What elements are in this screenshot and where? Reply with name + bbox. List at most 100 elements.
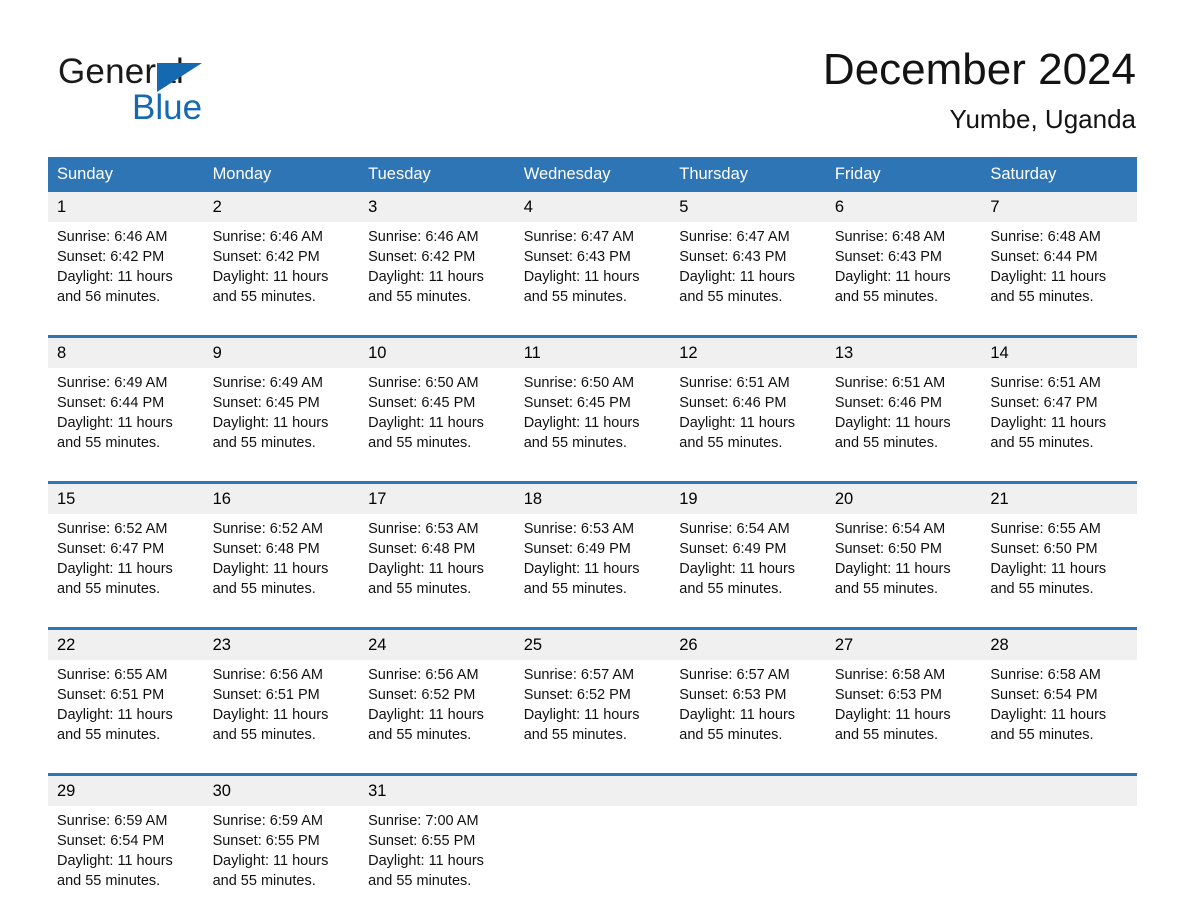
day-number: 4 [514, 192, 671, 222]
week-spacer [48, 761, 1137, 775]
sunset-text: Sunset: 6:42 PM [368, 249, 476, 265]
day-details: Sunrise: 6:56 AM Sunset: 6:51 PM Daylight:… [204, 660, 360, 745]
calendar-table: Sunday Monday Tuesday Wednesday Thursday Frid… [48, 157, 1137, 907]
day-number [670, 776, 826, 806]
day-details: Sunrise: 6:48 AM Sunset: 6:44 PM Daylight:… [981, 222, 1137, 307]
calendar-day-cell[interactable]: 8 Sunrise: 6:49 AM Sunset: 6:44 PM Daylight… [48, 335, 204, 469]
day-cell-inner: 28 Sunrise: 6:58 AM Sunset: 6:54 PM Dayligh… [981, 630, 1137, 761]
sunset-text: Sunset: 6:42 PM [57, 249, 165, 265]
calendar-day-cell[interactable]: 7 Sunrise: 6:48 AM Sunset: 6:44 PM Daylight… [981, 192, 1137, 323]
day-cell-inner: 30 Sunrise: 6:59 AM Sunset: 6:55 PM Dayligh… [203, 776, 360, 907]
day-number: 18 [514, 484, 671, 514]
calendar-day-cell[interactable]: 29 Sunrise: 6:59 AM Sunset: 6:54 PM Dayligh… [48, 773, 204, 907]
sunset-text: Sunset: 6:46 PM [834, 395, 943, 411]
daylight-text-line1: Daylight: 11 hours [523, 707, 640, 723]
day-number: 30 [203, 776, 360, 806]
day-details: Sunrise: 6:47 AM Sunset: 6:43 PM Daylight:… [515, 222, 671, 307]
daylight-text-line1: Daylight: 11 hours [990, 269, 1107, 285]
day-details: Sunrise: 6:57 AM Sunset: 6:52 PM Daylight:… [515, 660, 671, 745]
calendar-day-cell[interactable]: 10 Sunrise: 6:50 AM Sunset: 6:45 PM Dayligh… [359, 335, 515, 469]
calendar-day-cell[interactable]: 24 Sunrise: 6:56 AM Sunset: 6:52 PM Dayligh… [359, 627, 515, 761]
day-number: 1 [48, 192, 204, 222]
daylight-text-line1: Daylight: 11 hours [834, 707, 951, 723]
calendar-day-cell[interactable]: 1 Sunrise: 6:46 AM Sunset: 6:42 PM Daylight… [48, 192, 204, 323]
sunset-text: Sunset: 6:51 PM [57, 687, 165, 703]
sunset-text: Sunset: 6:48 PM [212, 541, 320, 557]
calendar-day-cell[interactable]: 6 Sunrise: 6:48 AM Sunset: 6:43 PM Daylight… [825, 192, 982, 323]
sunset-text: Sunset: 6:45 PM [523, 395, 631, 411]
location-subtitle: Yumbe, Uganda [949, 104, 1136, 134]
calendar-day-cell[interactable]: 13 Sunrise: 6:51 AM Sunset: 6:46 PM Dayligh… [825, 335, 982, 469]
calendar-day-cell[interactable]: 11 Sunrise: 6:50 AM Sunset: 6:45 PM Dayligh… [514, 335, 671, 469]
daylight-text-line1: Daylight: 11 hours [679, 415, 796, 431]
day-cell-inner: 22 Sunrise: 6:55 AM Sunset: 6:51 PM Dayligh… [48, 630, 204, 761]
calendar-day-cell[interactable]: 5 Sunrise: 6:47 AM Sunset: 6:43 PM Daylight… [670, 192, 826, 323]
daylight-text-line1: Daylight: 11 hours [212, 269, 329, 285]
day-cell-inner: 4 Sunrise: 6:47 AM Sunset: 6:43 PM Daylight… [514, 192, 671, 323]
calendar-day-cell[interactable]: 27 Sunrise: 6:58 AM Sunset: 6:53 PM Dayligh… [825, 627, 982, 761]
sunset-text: Sunset: 6:53 PM [679, 687, 787, 703]
calendar-day-cell[interactable]: 31 Sunrise: 7:00 AM Sunset: 6:55 PM Dayligh… [359, 773, 515, 907]
day-details: Sunrise: 6:54 AM Sunset: 6:50 PM Daylight:… [826, 514, 982, 599]
daylight-text-line1: Daylight: 11 hours [523, 415, 640, 431]
calendar-day-cell[interactable]: 16 Sunrise: 6:52 AM Sunset: 6:48 PM Dayligh… [203, 481, 360, 615]
daylight-text-line1: Daylight: 11 hours [212, 853, 329, 869]
day-details [981, 806, 1137, 811]
day-cell-inner [514, 776, 671, 907]
day-details: Sunrise: 6:52 AM Sunset: 6:48 PM Daylight:… [204, 514, 360, 599]
calendar-day-cell[interactable]: 20 Sunrise: 6:54 AM Sunset: 6:50 PM Dayligh… [825, 481, 982, 615]
calendar-day-cell[interactable]: 25 Sunrise: 6:57 AM Sunset: 6:52 PM Dayligh… [514, 627, 671, 761]
day-details: Sunrise: 6:51 AM Sunset: 6:47 PM Daylight:… [981, 368, 1137, 453]
day-number: 19 [670, 484, 826, 514]
day-number: 11 [514, 338, 671, 368]
calendar-day-cell[interactable]: 30 Sunrise: 6:59 AM Sunset: 6:55 PM Dayligh… [203, 773, 360, 907]
day-details: Sunrise: 6:58 AM Sunset: 6:54 PM Daylight:… [981, 660, 1137, 745]
daylight-text-line1: Daylight: 11 hours [368, 707, 484, 723]
sunset-text: Sunset: 6:45 PM [368, 395, 476, 411]
sunrise-text: Sunrise: 6:53 AM [368, 521, 479, 537]
calendar-day-cell[interactable]: 18 Sunrise: 6:53 AM Sunset: 6:49 PM Dayligh… [514, 481, 671, 615]
calendar-day-cell[interactable]: 3 Sunrise: 6:46 AM Sunset: 6:42 PM Daylight… [359, 192, 515, 323]
daylight-text-line2: and 55 minutes. [368, 435, 472, 451]
day-cell-inner: 27 Sunrise: 6:58 AM Sunset: 6:53 PM Dayligh… [825, 630, 982, 761]
week-spacer-cell [48, 469, 1137, 483]
day-cell-inner: 6 Sunrise: 6:48 AM Sunset: 6:43 PM Daylight… [825, 192, 982, 323]
day-number [514, 776, 671, 806]
calendar-day-cell[interactable]: 26 Sunrise: 6:57 AM Sunset: 6:53 PM Dayligh… [670, 627, 826, 761]
sunrise-text: Sunrise: 6:55 AM [990, 521, 1101, 537]
calendar-day-cell[interactable]: 4 Sunrise: 6:47 AM Sunset: 6:43 PM Daylight… [514, 192, 671, 323]
daylight-text-line1: Daylight: 11 hours [368, 561, 484, 577]
sunrise-text: Sunrise: 6:53 AM [523, 521, 635, 537]
calendar-day-cell[interactable]: 9 Sunrise: 6:49 AM Sunset: 6:45 PM Daylight… [203, 335, 360, 469]
calendar-day-cell[interactable]: 15 Sunrise: 6:52 AM Sunset: 6:47 PM Dayligh… [48, 481, 204, 615]
day-details: Sunrise: 6:49 AM Sunset: 6:45 PM Daylight:… [204, 368, 360, 453]
sunset-text: Sunset: 6:55 PM [212, 833, 320, 849]
sunset-text: Sunset: 6:49 PM [679, 541, 787, 557]
calendar-day-cell[interactable]: 23 Sunrise: 6:56 AM Sunset: 6:51 PM Dayligh… [203, 627, 360, 761]
daylight-text-line1: Daylight: 11 hours [679, 269, 796, 285]
day-cell-inner: 24 Sunrise: 6:56 AM Sunset: 6:52 PM Dayligh… [359, 630, 515, 761]
calendar-day-cell[interactable]: 14 Sunrise: 6:51 AM Sunset: 6:47 PM Dayligh… [981, 335, 1137, 469]
day-number: 2 [203, 192, 360, 222]
daylight-text-line1: Daylight: 11 hours [57, 561, 173, 577]
sunset-text: Sunset: 6:54 PM [990, 687, 1098, 703]
daylight-text-line2: and 55 minutes. [834, 727, 938, 743]
calendar-day-cell[interactable]: 17 Sunrise: 6:53 AM Sunset: 6:48 PM Dayligh… [359, 481, 515, 615]
calendar-day-cell[interactable]: 2 Sunrise: 6:46 AM Sunset: 6:42 PM Daylight… [203, 192, 360, 323]
sunrise-text: Sunrise: 6:57 AM [679, 667, 790, 683]
daylight-text-line1: Daylight: 11 hours [368, 415, 484, 431]
sunrise-text: Sunrise: 6:55 AM [57, 667, 168, 683]
calendar-day-cell[interactable]: 28 Sunrise: 6:58 AM Sunset: 6:54 PM Dayligh… [981, 627, 1137, 761]
weekday-header-tuesday: Tuesday [359, 157, 515, 192]
sunrise-text: Sunrise: 6:47 AM [679, 229, 790, 245]
calendar-day-cell[interactable]: 21 Sunrise: 6:55 AM Sunset: 6:50 PM Dayligh… [981, 481, 1137, 615]
calendar-day-cell[interactable]: 19 Sunrise: 6:54 AM Sunset: 6:49 PM Dayligh… [670, 481, 826, 615]
sunrise-text: Sunrise: 6:51 AM [679, 375, 790, 391]
calendar-empty-cell [825, 773, 982, 907]
calendar-day-cell[interactable]: 22 Sunrise: 6:55 AM Sunset: 6:51 PM Dayligh… [48, 627, 204, 761]
day-number: 13 [825, 338, 982, 368]
day-number: 10 [359, 338, 515, 368]
day-details: Sunrise: 6:48 AM Sunset: 6:43 PM Daylight:… [826, 222, 982, 307]
calendar-day-cell[interactable]: 12 Sunrise: 6:51 AM Sunset: 6:46 PM Dayligh… [670, 335, 826, 469]
daylight-text-line1: Daylight: 11 hours [57, 269, 173, 285]
